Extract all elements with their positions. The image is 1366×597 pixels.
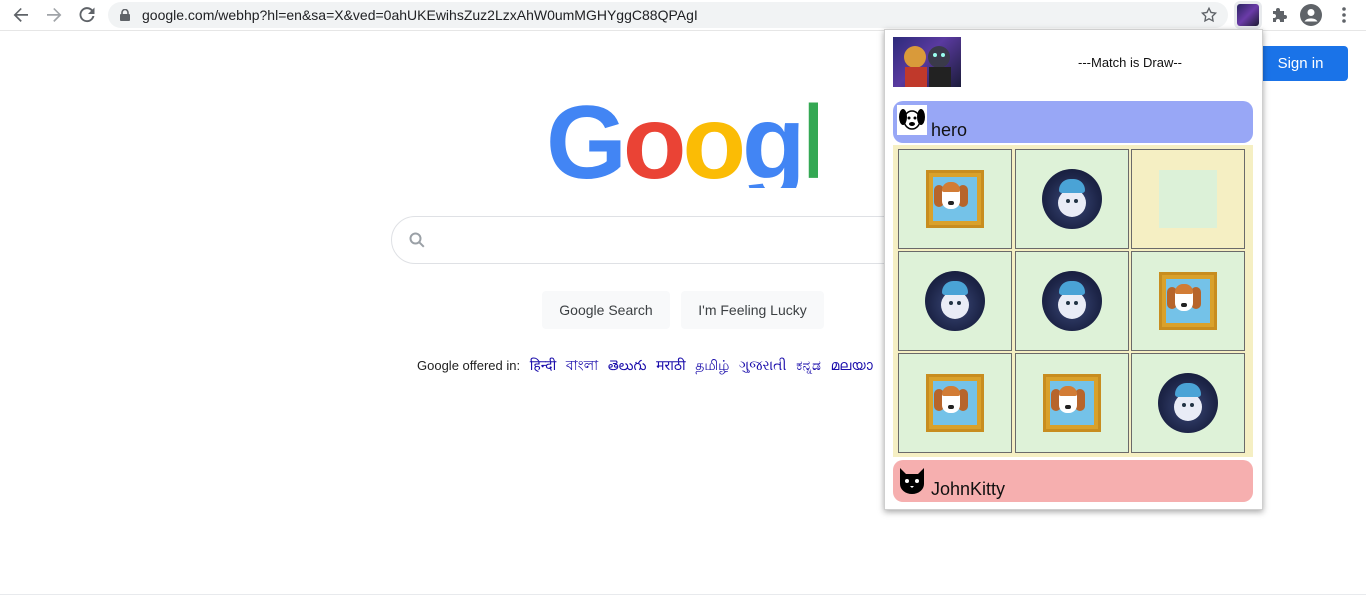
puppy-piece (926, 374, 984, 432)
feeling-lucky-button[interactable]: I'm Feeling Lucky (681, 291, 824, 329)
player-one-bar: hero (893, 101, 1253, 143)
board-cell[interactable] (1015, 353, 1129, 453)
language-offer: Google offered in: हिन्दी বাংলা తెలుగు म… (417, 354, 873, 378)
search-icon (409, 232, 425, 248)
lang-link[interactable]: తెలుగు (608, 357, 647, 373)
player-two-name: JohnKitty (931, 479, 1006, 499)
game-logo (893, 37, 961, 87)
game-board (893, 145, 1253, 457)
profile-button[interactable] (1300, 4, 1322, 26)
lang-link[interactable]: ગુજરાતી (739, 357, 786, 373)
puppy-piece (1043, 374, 1101, 432)
star-icon[interactable] (1200, 6, 1218, 24)
puppy-piece (926, 170, 984, 228)
kitty-piece (1158, 373, 1218, 433)
lang-link[interactable]: ಕನ್ನಡ (796, 357, 821, 373)
player-one-name: hero (931, 120, 968, 140)
lang-link[interactable]: മലയാ (831, 357, 873, 373)
game-extension-icon[interactable] (1237, 4, 1259, 26)
board-cell[interactable] (1015, 251, 1129, 351)
reload-button[interactable] (76, 4, 98, 26)
url-text: google.com/webhp?hl=en&sa=X&ved=0ahUKEwi… (142, 7, 698, 23)
lang-link[interactable]: বাংলা (566, 357, 598, 373)
back-button[interactable] (10, 4, 32, 26)
game-logo-art (904, 46, 951, 87)
board-cell[interactable] (898, 149, 1012, 249)
kitty-piece (1042, 271, 1102, 331)
dog-icon (897, 105, 927, 135)
lang-link[interactable]: हिन्दी (530, 357, 556, 373)
empty-marker (1159, 170, 1217, 228)
lang-link[interactable]: தமிழ் (695, 357, 729, 373)
sign-in-button[interactable]: Sign in (1253, 46, 1348, 81)
board-cell[interactable] (898, 353, 1012, 453)
menu-button[interactable] (1333, 4, 1355, 26)
tic-tac-toe-popup: ---Match is Draw-- hero JohnKitty (884, 29, 1263, 510)
person-icon (1300, 4, 1322, 26)
google-search-button[interactable]: Google Search (542, 291, 670, 329)
board-cell[interactable] (1015, 149, 1129, 249)
cat-icon (900, 468, 924, 494)
kebab-menu-icon (1342, 7, 1346, 23)
lock-icon (120, 9, 130, 21)
puzzle-icon (1273, 8, 1287, 22)
offered-label: Google offered in: (417, 358, 521, 373)
extensions-button[interactable] (1269, 4, 1291, 26)
browser-toolbar: google.com/webhp?hl=en&sa=X&ved=0ahUKEwi… (0, 0, 1366, 31)
board-cell[interactable] (1131, 251, 1245, 351)
lang-link[interactable]: मराठी (656, 357, 685, 373)
kitty-piece (1042, 169, 1102, 229)
arrow-right-icon (47, 8, 62, 22)
kitty-piece (925, 271, 985, 331)
address-bar[interactable]: google.com/webhp?hl=en&sa=X&ved=0ahUKEwi… (108, 2, 1228, 28)
reload-icon (79, 7, 95, 23)
arrow-left-icon (13, 8, 28, 22)
player-two-bar: JohnKitty (893, 460, 1253, 502)
board-cell-empty[interactable] (1131, 149, 1245, 249)
puppy-piece (1159, 272, 1217, 330)
svg-text:Google: Google (546, 96, 818, 188)
match-status: ---Match is Draw-- (1078, 55, 1182, 70)
footer-divider (0, 594, 1366, 595)
board-cell[interactable] (898, 251, 1012, 351)
board-cell[interactable] (1131, 353, 1245, 453)
forward-button[interactable] (43, 4, 65, 26)
google-logo: Google (546, 96, 818, 188)
